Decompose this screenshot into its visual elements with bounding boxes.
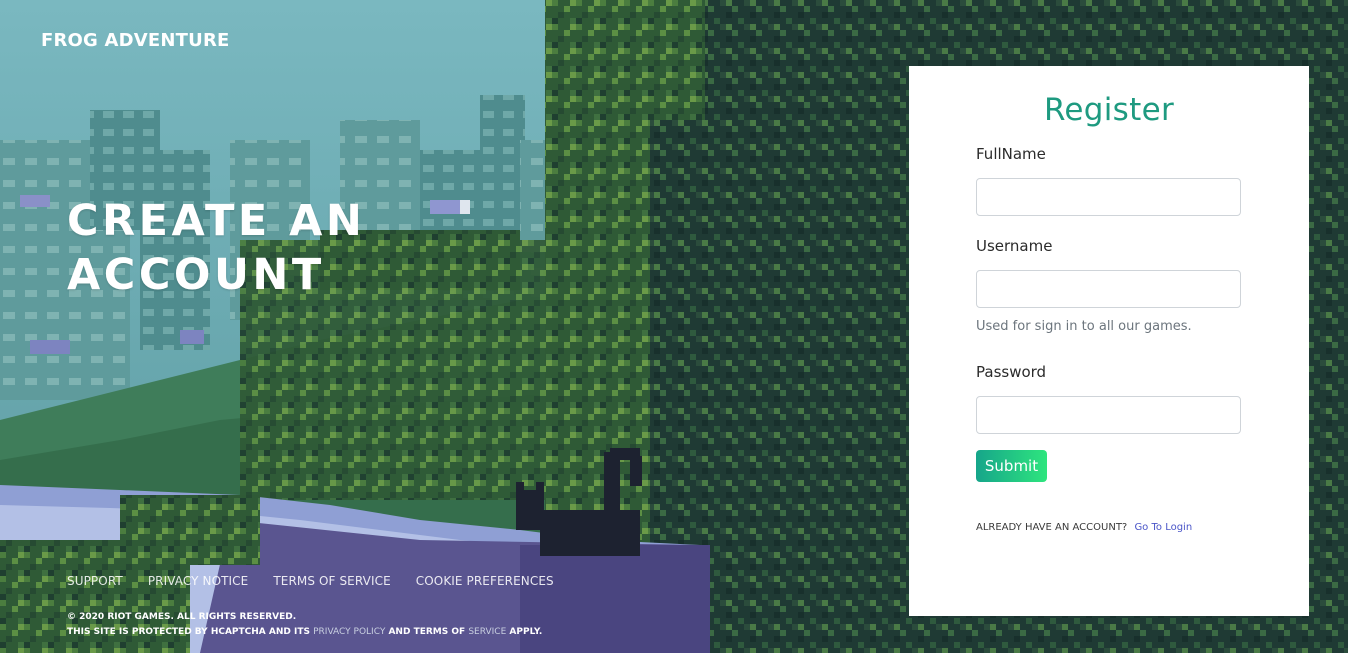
register-card: Register FullName Username Used for sign… bbox=[909, 66, 1309, 616]
password-input[interactable] bbox=[976, 396, 1241, 434]
apply-text: APPLY. bbox=[509, 627, 543, 637]
go-to-login-link[interactable]: Go To Login bbox=[1134, 522, 1192, 533]
copyright-text: © 2020 RIOT GAMES. ALL RIGHTS RESERVED. bbox=[67, 612, 297, 622]
fullname-input[interactable] bbox=[976, 178, 1241, 216]
footer-link-privacy-notice[interactable]: PRIVACY NOTICE bbox=[148, 574, 249, 588]
footer-link-terms-of-service[interactable]: TERMS OF SERVICE bbox=[273, 574, 390, 588]
login-prompt-row: ALREADY HAVE AN ACCOUNT? Go To Login bbox=[976, 522, 1192, 533]
hero-line-2: ACCOUNT bbox=[67, 250, 325, 300]
register-title: Register bbox=[1043, 92, 1175, 128]
footer-link-cookie-preferences[interactable]: COOKIE PREFERENCES bbox=[416, 574, 554, 588]
submit-button[interactable]: Submit bbox=[976, 450, 1047, 482]
hero-line-1: CREATE AN bbox=[67, 196, 366, 246]
login-prompt-text: ALREADY HAVE AN ACCOUNT? bbox=[976, 522, 1128, 533]
brand-logo[interactable]: FROG ADVENTURE bbox=[41, 30, 230, 51]
register-page: FROG ADVENTURE CREATE AN ACCOUNT SUPPORT… bbox=[0, 0, 1348, 653]
fullname-label: FullName bbox=[976, 145, 1046, 163]
username-input[interactable] bbox=[976, 270, 1241, 308]
and-terms-text: AND TERMS OF bbox=[388, 627, 466, 637]
username-help-text: Used for sign in to all our games. bbox=[976, 319, 1192, 334]
footer-link-support[interactable]: SUPPORT bbox=[67, 574, 123, 588]
footer-legal: © 2020 RIOT GAMES. ALL RIGHTS RESERVED. … bbox=[67, 610, 542, 640]
password-label: Password bbox=[976, 363, 1047, 381]
hcaptcha-prefix: THIS SITE IS PROTECTED BY HCAPTCHA AND I… bbox=[67, 627, 310, 637]
hcaptcha-notice: THIS SITE IS PROTECTED BY HCAPTCHA AND I… bbox=[67, 625, 542, 640]
hero-heading: CREATE AN ACCOUNT bbox=[67, 194, 427, 302]
username-label: Username bbox=[976, 237, 1053, 255]
privacy-policy-link[interactable]: PRIVACY POLICY bbox=[313, 627, 385, 637]
service-link[interactable]: SERVICE bbox=[468, 627, 506, 637]
footer-nav: SUPPORT PRIVACY NOTICE TERMS OF SERVICE … bbox=[67, 574, 579, 588]
